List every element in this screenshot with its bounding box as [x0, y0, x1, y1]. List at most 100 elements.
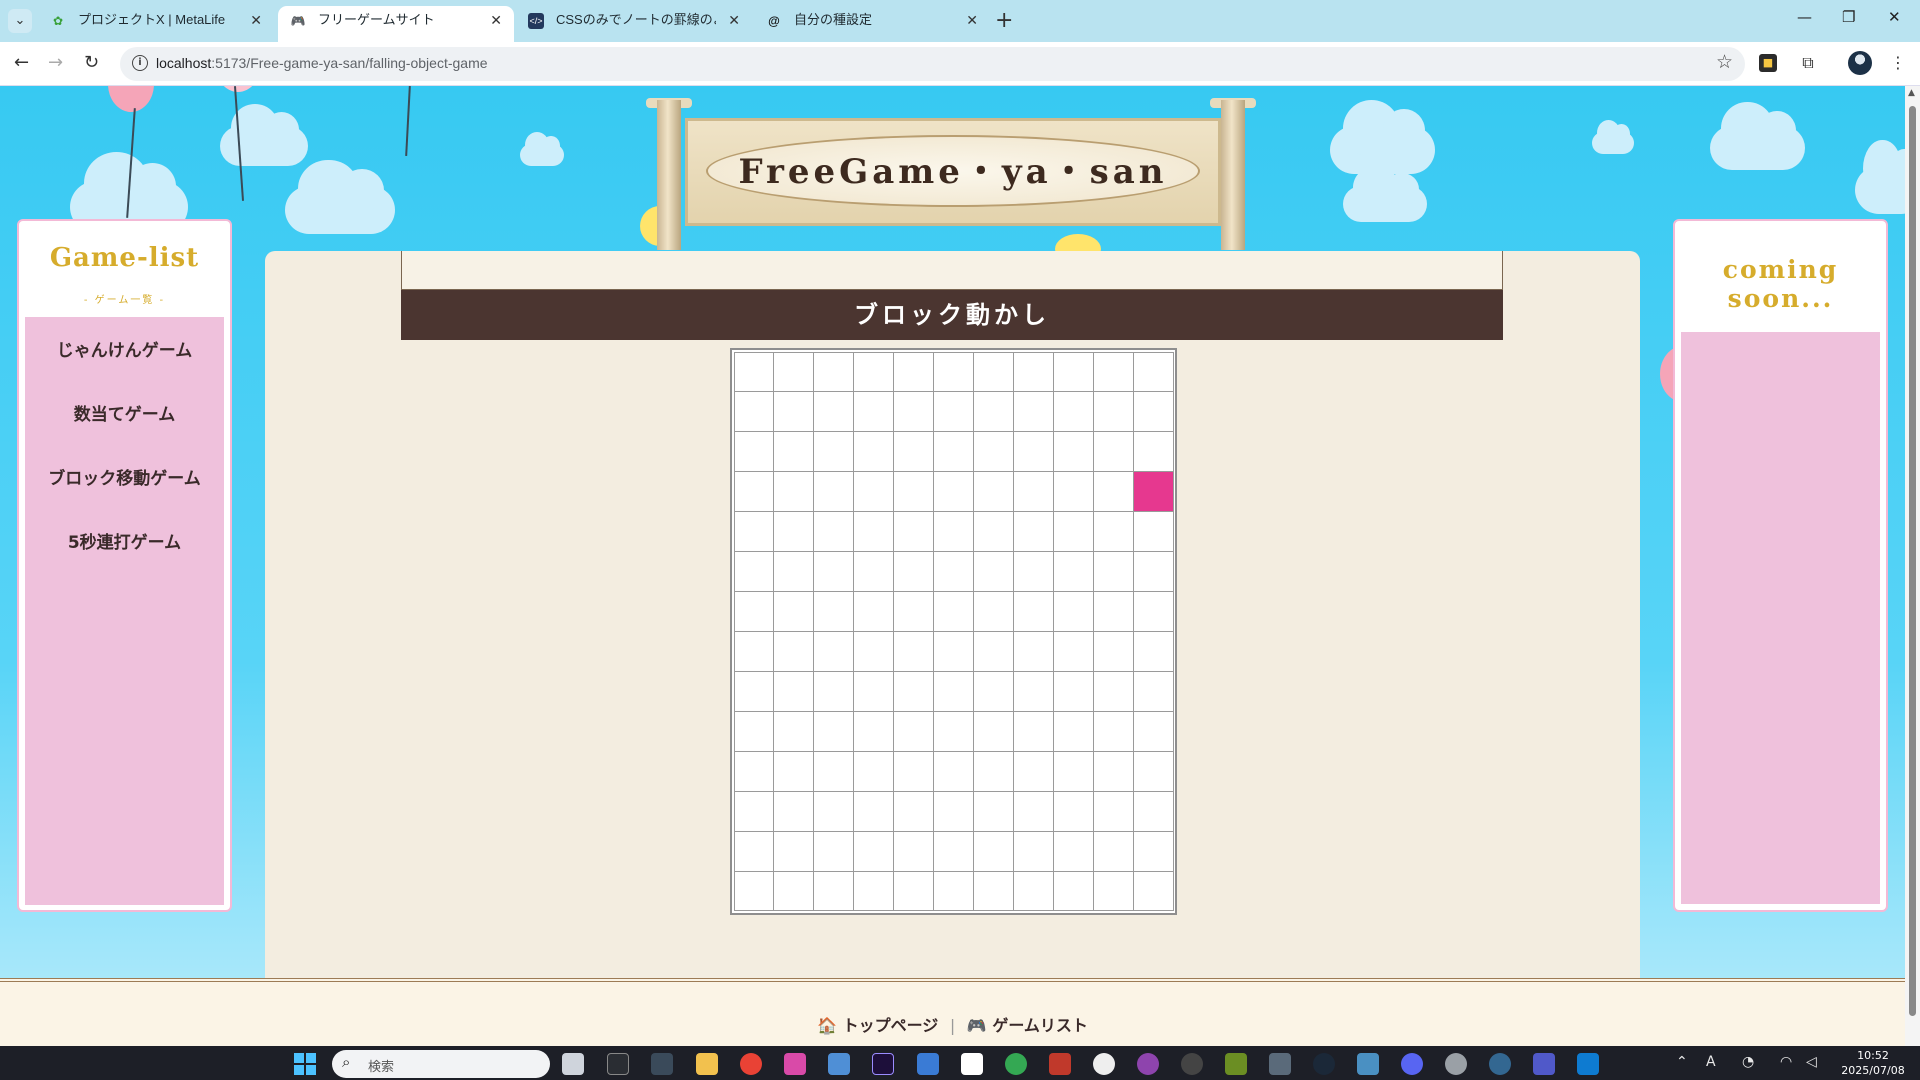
new-tab-button[interactable]: +: [995, 8, 1013, 33]
footer-link-top-page[interactable]: トップページ: [843, 1012, 939, 1036]
close-icon[interactable]: ✕: [250, 6, 262, 34]
app-icon[interactable]: [1357, 1053, 1379, 1075]
close-icon[interactable]: ✕: [728, 6, 740, 34]
vscode-icon[interactable]: [1577, 1053, 1599, 1075]
chrome-icon[interactable]: [1005, 1053, 1027, 1075]
grid-cell: [933, 790, 974, 832]
terminal-icon[interactable]: [607, 1053, 629, 1075]
app-icon[interactable]: [1445, 1053, 1467, 1075]
photos-icon[interactable]: [828, 1053, 850, 1075]
profile-avatar[interactable]: [1848, 51, 1872, 75]
url-text[interactable]: localhost:5173/Free-game-ya-san/falling-…: [156, 55, 488, 71]
threads-icon[interactable]: [1137, 1053, 1159, 1075]
clock-app-icon[interactable]: [1093, 1053, 1115, 1075]
grid-cell: [733, 750, 775, 792]
grid-cell: [1132, 790, 1174, 832]
windows-start-icon[interactable]: [294, 1053, 316, 1075]
grid-cell: [1092, 630, 1134, 672]
tab-css-note[interactable]: </> CSSのみでノートの罫線のようなスタ ✕: [516, 6, 752, 42]
window-close-icon[interactable]: ✕: [1888, 8, 1901, 26]
tab-free-game-site[interactable]: 🎮 フリーゲームサイト ✕: [278, 6, 514, 42]
bookmark-star-icon[interactable]: ☆: [1716, 51, 1733, 73]
postgres-icon[interactable]: [1489, 1053, 1511, 1075]
app-icon[interactable]: [651, 1053, 673, 1075]
grid-cell: [1012, 591, 1054, 632]
minecraft-icon[interactable]: [1225, 1053, 1247, 1075]
sign-post-right: [1221, 100, 1245, 250]
grid-cell: [733, 551, 775, 593]
grid-cell: [813, 750, 855, 792]
grid-cell: [972, 750, 1014, 792]
calculator-icon[interactable]: [1269, 1053, 1291, 1075]
tab-threads-settings[interactable]: @ 自分の種設定 ✕: [754, 6, 990, 42]
app-icon[interactable]: [961, 1053, 983, 1075]
minimize-icon[interactable]: —: [1797, 8, 1812, 26]
grid-cell: [1092, 431, 1134, 473]
steam-icon[interactable]: [1313, 1053, 1335, 1075]
grid-cell: [853, 790, 895, 832]
menu-kebab-icon[interactable]: ⋮: [1886, 51, 1910, 75]
grid-cell: [853, 591, 895, 632]
reload-icon[interactable]: ↻: [84, 52, 99, 73]
grid-cell: [853, 351, 895, 393]
extension-icon[interactable]: ■: [1759, 54, 1777, 72]
grid-cell: [813, 790, 855, 832]
game-board[interactable]: [730, 348, 1177, 915]
site-logo-title[interactable]: FreeGame・ya・san: [706, 135, 1200, 207]
obs-icon[interactable]: [1181, 1053, 1203, 1075]
task-view-icon[interactable]: [562, 1053, 584, 1075]
address-bar[interactable]: i localhost:5173/Free-game-ya-san/fallin…: [120, 47, 1745, 81]
grid-cell: [893, 551, 935, 593]
game-grid[interactable]: [733, 351, 1174, 912]
taskbar-clock[interactable]: 10:52 2025/07/08: [1838, 1048, 1908, 1078]
close-icon[interactable]: ✕: [966, 6, 978, 34]
grid-cell: [1052, 391, 1094, 433]
forward-icon[interactable]: →: [48, 52, 63, 73]
app-icon[interactable]: [1049, 1053, 1071, 1075]
game-link-block-move[interactable]: ブロック移動ゲーム: [25, 447, 224, 511]
extensions-puzzle-icon[interactable]: ⧉: [1796, 51, 1820, 75]
scroll-up-icon[interactable]: ▲: [1908, 88, 1915, 98]
coming-soon-line2: soon...: [1727, 284, 1834, 313]
discord-icon[interactable]: [1401, 1053, 1423, 1075]
game-link-janken[interactable]: じゃんけんゲーム: [25, 319, 224, 383]
grid-cell: [853, 670, 895, 712]
volume-icon[interactable]: ◁: [1806, 1054, 1817, 1070]
app-icon[interactable]: [784, 1053, 806, 1075]
back-icon[interactable]: ←: [14, 52, 29, 73]
url-host: localhost: [156, 55, 212, 71]
notepad-icon[interactable]: [917, 1053, 939, 1075]
grid-cell: [933, 830, 974, 872]
restore-icon[interactable]: ❐: [1842, 8, 1855, 26]
game-link-5sec-tap[interactable]: 5秒連打ゲーム: [25, 511, 224, 575]
tray-app-icon[interactable]: ◔: [1742, 1054, 1754, 1070]
grid-cell: [773, 710, 815, 752]
teams-icon[interactable]: [1533, 1053, 1555, 1075]
tab-search-button[interactable]: ⌄: [8, 9, 32, 33]
game-link-number-guess[interactable]: 数当てゲーム: [25, 383, 224, 447]
chrome-icon[interactable]: [740, 1053, 762, 1075]
grid-cell: [813, 351, 855, 393]
footer-link-game-list[interactable]: ゲームリスト: [992, 1012, 1088, 1036]
tray-chevron-icon[interactable]: ⌃: [1676, 1054, 1688, 1070]
cloud-decoration: [1855, 139, 1905, 214]
page-scrollbar[interactable]: ▲: [1905, 86, 1920, 1046]
taskbar-search[interactable]: ⌕ 検索: [332, 1050, 550, 1078]
file-explorer-icon[interactable]: [696, 1053, 718, 1075]
grid-cell: [853, 630, 895, 672]
wifi-icon[interactable]: ◠: [1780, 1054, 1792, 1070]
grid-cell: [972, 351, 1014, 393]
grid-cell: [773, 471, 815, 513]
close-icon[interactable]: ✕: [490, 6, 502, 34]
grid-cell: [1012, 351, 1054, 393]
coming-soon-list: [1681, 332, 1880, 904]
grid-cell: [893, 710, 935, 752]
after-effects-icon[interactable]: [872, 1053, 894, 1075]
scroll-thumb[interactable]: [1909, 106, 1916, 1016]
tab-metalife[interactable]: ✿ プロジェクトX | MetaLife ✕: [38, 6, 274, 42]
site-info-icon[interactable]: i: [132, 55, 148, 71]
ime-icon[interactable]: A: [1706, 1054, 1716, 1070]
grid-cell: [933, 670, 974, 712]
grid-cell: [1132, 870, 1174, 912]
grid-cell: [853, 391, 895, 433]
